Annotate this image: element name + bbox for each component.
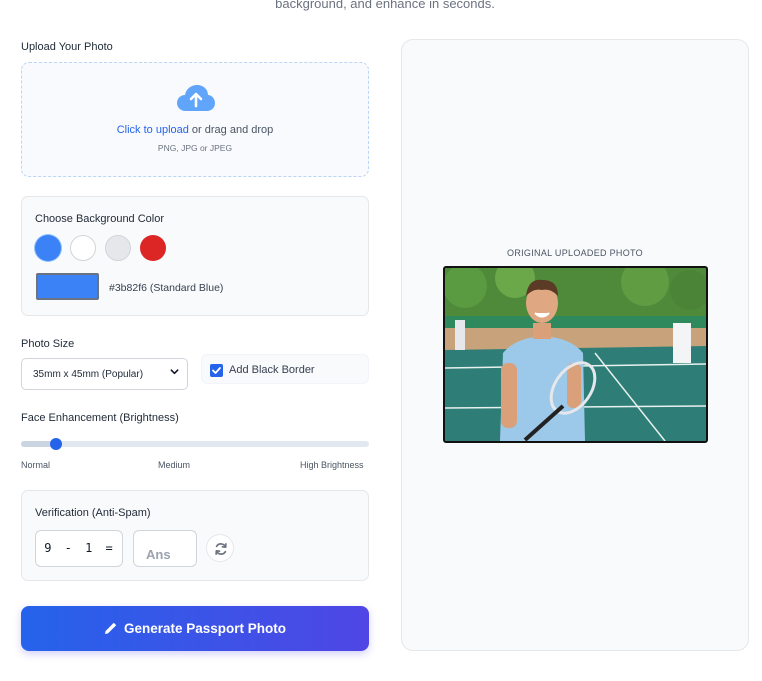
tick-high-brightness: High Brightness	[300, 460, 364, 470]
selected-color-text: #3b82f6 (Standard Blue)	[109, 282, 224, 294]
verification-label: Verification (Anti-Spam)	[35, 507, 151, 519]
enhancement-label: Face Enhancement (Brightness)	[21, 412, 179, 424]
background-color-card: Choose Background Color #3b82f6 (Standar…	[21, 196, 369, 316]
refresh-icon	[215, 543, 227, 555]
cloud-upload-icon	[177, 85, 215, 111]
swatch-white[interactable]	[70, 235, 96, 261]
captcha-refresh-button[interactable]	[206, 534, 234, 562]
captcha-answer-input[interactable]	[133, 530, 197, 567]
black-border-checkbox[interactable]	[210, 364, 223, 377]
check-icon	[212, 367, 221, 374]
brightness-slider-thumb[interactable]	[49, 438, 62, 450]
preview-panel: ORIGINAL UPLOADED PHOTO	[401, 39, 749, 651]
brightness-slider-track[interactable]	[21, 441, 369, 447]
pencil-icon	[104, 622, 117, 634]
click-to-upload-link[interactable]: Click to upload	[117, 124, 189, 136]
tick-normal: Normal	[21, 460, 51, 470]
original-uploaded-photo	[443, 266, 708, 443]
generate-passport-photo-button[interactable]: Generate Passport Photo	[21, 606, 369, 651]
photo-size-value: 35mm x 45mm (Popular)	[33, 369, 144, 380]
photo-size-select[interactable]: 35mm x 45mm (Popular)	[21, 358, 188, 390]
page-subtitle: background, and enhance in seconds.	[275, 0, 495, 11]
photo-size-label: Photo Size	[21, 338, 75, 350]
tick-medium: Medium	[158, 460, 191, 470]
swatch-blue[interactable]	[35, 235, 61, 261]
upload-rest-text: or drag and drop	[188, 124, 274, 136]
swatch-red[interactable]	[140, 235, 166, 261]
swatch-gray[interactable]	[105, 235, 131, 261]
background-color-label: Choose Background Color	[35, 213, 165, 225]
upload-instructions: Click to upload or drag and drop	[22, 124, 368, 136]
original-photo-label: ORIGINAL UPLOADED PHOTO	[507, 248, 643, 258]
chevron-down-icon	[170, 369, 179, 375]
generate-button-label: Generate Passport Photo	[123, 621, 287, 636]
verification-card: Verification (Anti-Spam) 9 - 1 =	[21, 490, 369, 581]
upload-label: Upload Your Photo	[21, 41, 113, 53]
tennis-player-photo	[445, 268, 706, 441]
color-picker-input[interactable]	[36, 273, 99, 300]
upload-formats: PNG, JPG or JPEG	[157, 143, 233, 153]
black-border-option[interactable]: Add Black Border	[201, 354, 369, 384]
upload-dropzone[interactable]: Click to upload or drag and drop PNG, JP…	[21, 62, 369, 177]
black-border-label: Add Black Border	[229, 364, 315, 376]
captcha-challenge: 9 - 1 =	[35, 530, 123, 567]
